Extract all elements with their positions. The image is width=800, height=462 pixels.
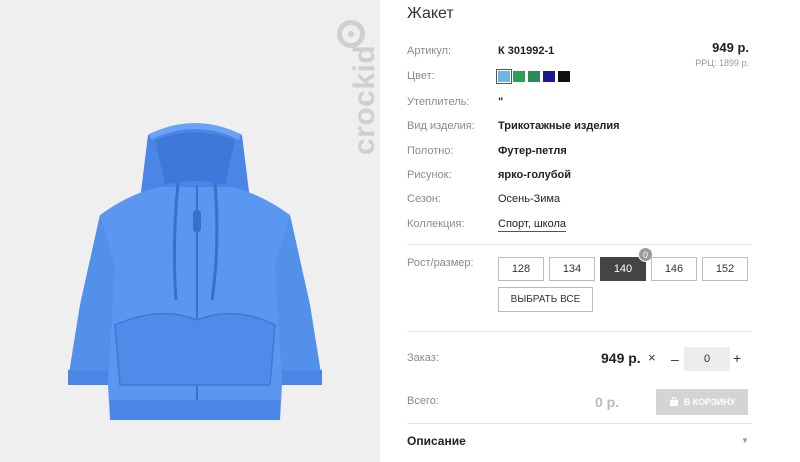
divider xyxy=(407,244,752,245)
product-rrp: РРЦ: 1899 р. xyxy=(695,58,749,68)
collection-label: Коллекция: xyxy=(407,218,465,230)
order-price: 949 р. xyxy=(601,350,641,366)
add-to-cart-label: В КОРЗИНУ xyxy=(683,397,736,407)
chevron-down-icon[interactable]: ▼ xyxy=(741,436,749,445)
color-swatches xyxy=(496,69,570,84)
size-option-134[interactable]: 134 xyxy=(549,257,595,281)
color-label: Цвет: xyxy=(407,70,435,82)
order-label: Заказ: xyxy=(407,352,439,364)
article-value: К 301992-1 xyxy=(498,45,555,57)
multiply-sign: × xyxy=(648,350,656,365)
color-swatch-light-blue[interactable] xyxy=(496,69,512,84)
insulation-value: " xyxy=(498,96,504,108)
brand-logo-text: crockid xyxy=(348,44,380,155)
select-all-button[interactable]: ВЫБРАТЬ ВСЕ xyxy=(498,287,593,312)
pattern-label: Рисунок: xyxy=(407,169,452,181)
size-option-128[interactable]: 128 xyxy=(498,257,544,281)
brand-logo: crockid xyxy=(330,20,380,155)
increase-quantity-button[interactable]: + xyxy=(733,350,741,366)
description-toggle[interactable]: Описание xyxy=(407,434,466,448)
insulation-label: Утеплитель: xyxy=(407,96,470,108)
divider xyxy=(407,423,752,424)
divider xyxy=(407,331,752,332)
size-option-146[interactable]: 146 xyxy=(651,257,697,281)
pattern-value: ярко-голубой xyxy=(498,169,571,181)
product-price: 949 р. xyxy=(712,40,749,55)
quantity-input[interactable] xyxy=(684,347,730,371)
size-option-140[interactable]: 140 xyxy=(600,257,646,281)
fabric-label: Полотно: xyxy=(407,145,454,157)
size-option-152[interactable]: 152 xyxy=(702,257,748,281)
color-swatch-dark-green[interactable] xyxy=(528,71,540,82)
type-value: Трикотажные изделия xyxy=(498,120,620,132)
total-label: Всего: xyxy=(407,395,439,407)
collection-link[interactable]: Спорт, школа xyxy=(498,218,566,232)
season-label: Сезон: xyxy=(407,193,441,205)
color-swatch-green[interactable] xyxy=(513,71,525,82)
total-value: 0 р. xyxy=(595,394,620,410)
size-label: Рост/размер: xyxy=(407,257,474,269)
decrease-quantity-button[interactable]: – xyxy=(671,351,679,367)
fabric-value: Футер-петля xyxy=(498,145,567,157)
add-to-cart-button[interactable]: В КОРЗИНУ xyxy=(656,389,748,415)
product-title: Жакет xyxy=(407,5,454,22)
cart-icon xyxy=(669,397,678,406)
article-label: Артикул: xyxy=(407,45,452,57)
product-photo xyxy=(68,123,322,420)
type-label: Вид изделия: xyxy=(407,120,475,132)
color-swatch-black[interactable] xyxy=(558,71,570,82)
season-value: Осень-Зима xyxy=(498,193,561,205)
color-swatch-navy[interactable] xyxy=(543,71,555,82)
product-image-panel: crockid xyxy=(0,0,380,462)
